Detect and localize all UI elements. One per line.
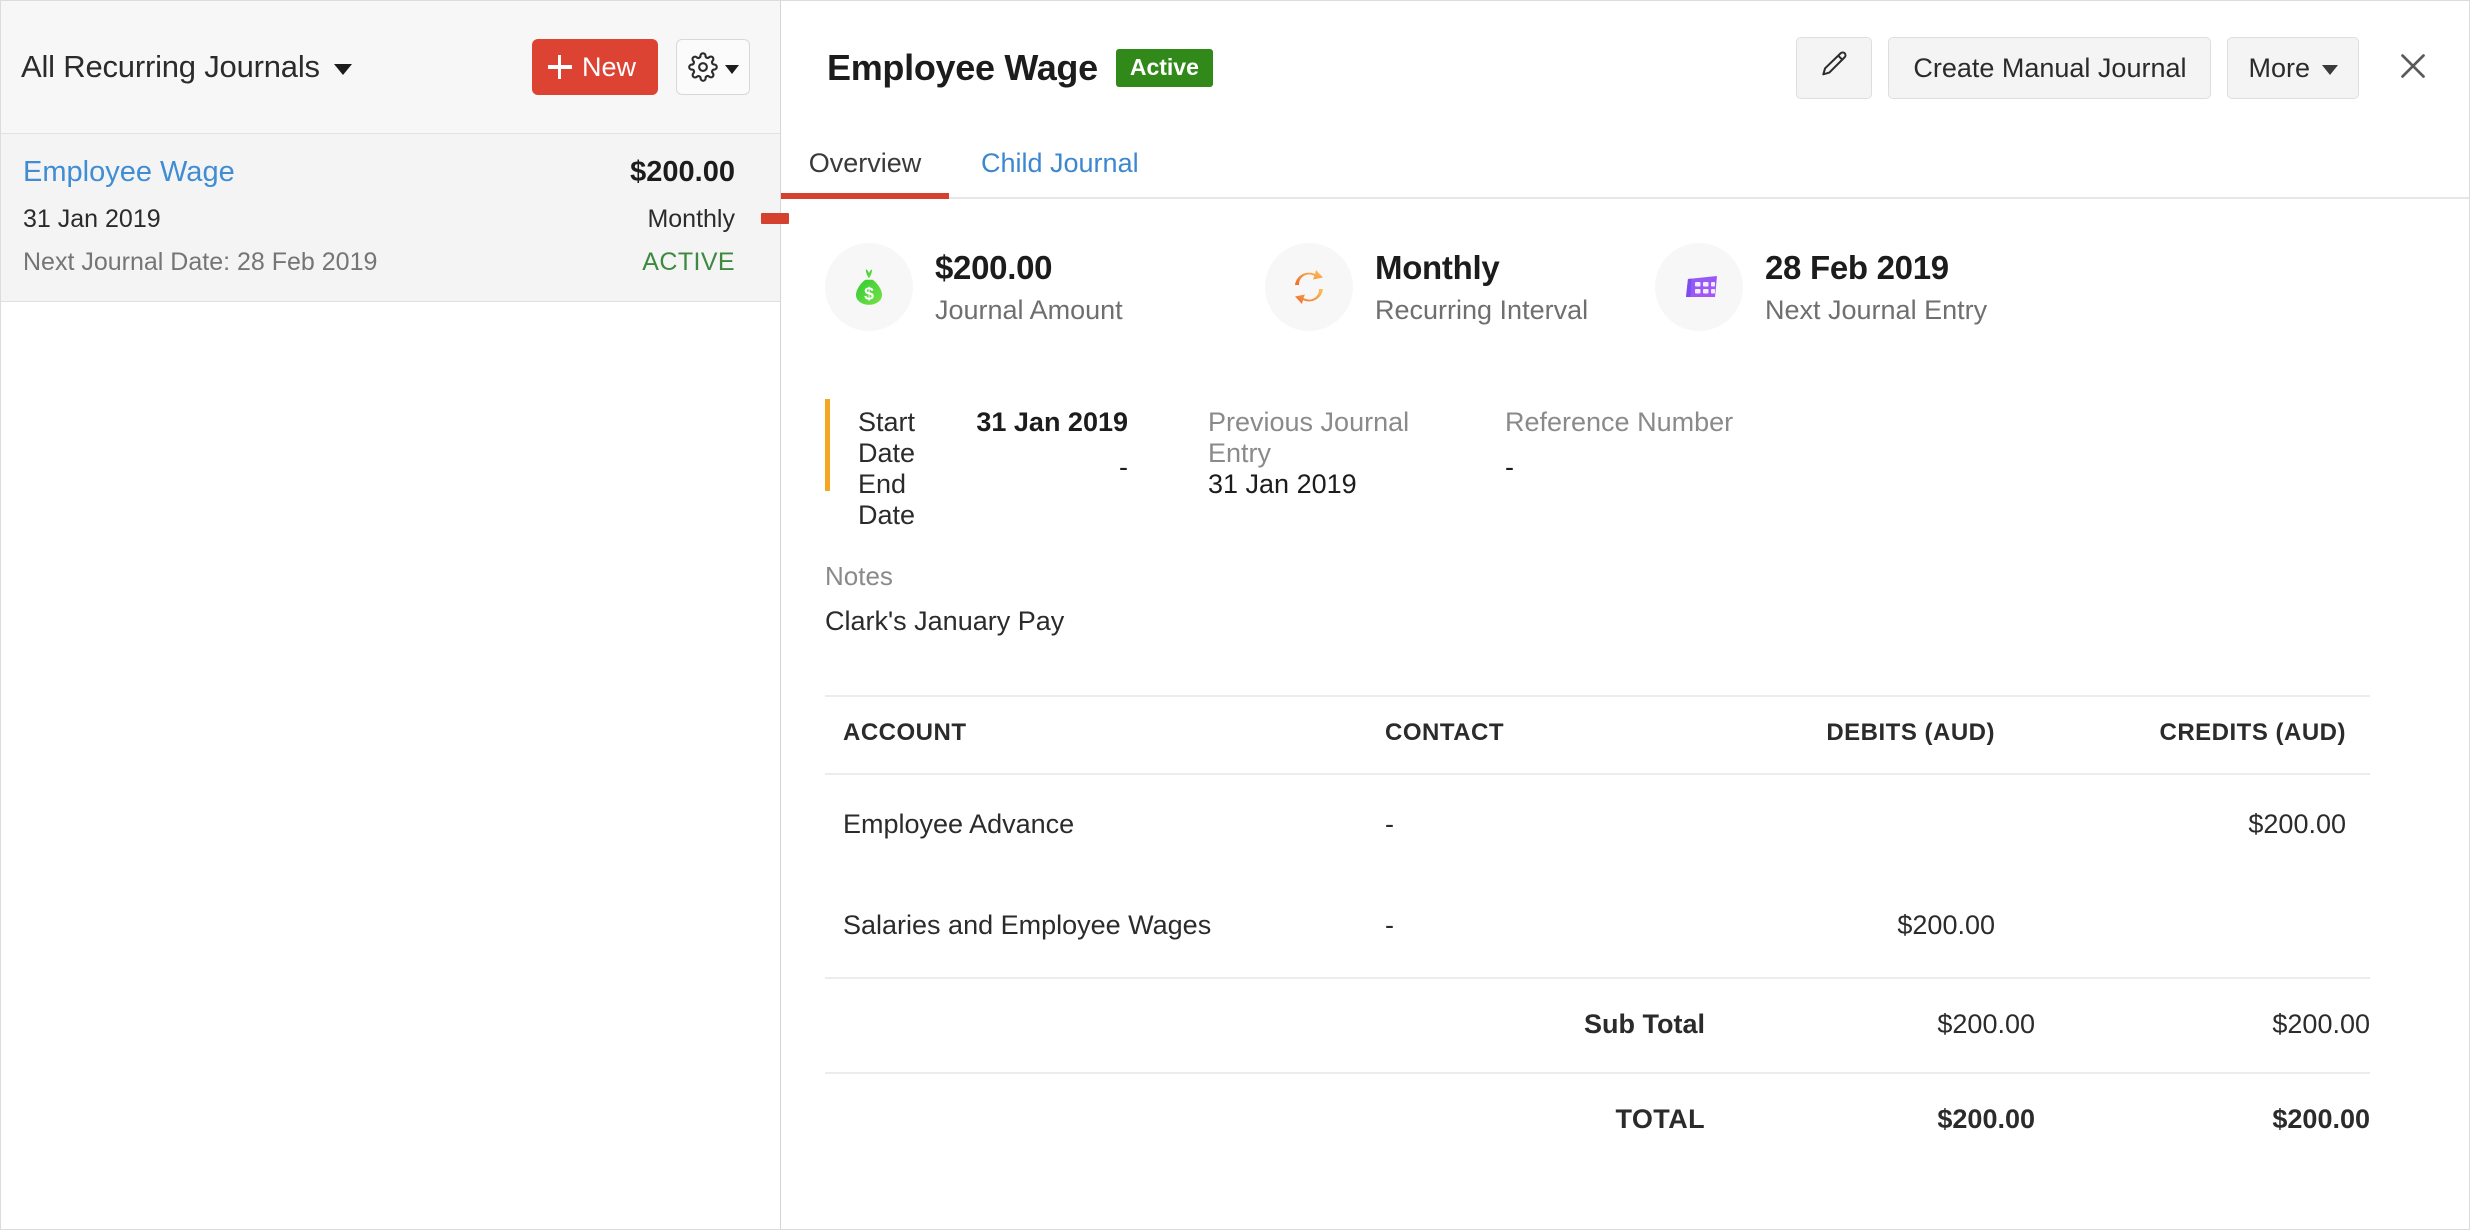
- journal-name[interactable]: Employee Wage: [23, 156, 235, 189]
- detail-header: Employee Wage Active Create Manual Journ…: [781, 1, 2469, 135]
- title-group: Employee Wage Active: [827, 47, 1796, 89]
- next-journal-entry-value: 28 Feb 2019: [1765, 249, 1987, 287]
- total-credits: $200.00: [2035, 1073, 2370, 1167]
- recurring-interval-value: Monthly: [1375, 249, 1588, 287]
- tab-overview-label: Overview: [809, 148, 922, 178]
- journal-next-date: Next Journal Date: 28 Feb 2019: [23, 248, 377, 277]
- cell-debits: [1705, 774, 2035, 876]
- column-header-credits: CREDITS (AUD): [2035, 696, 2370, 774]
- tab-overview[interactable]: Overview: [781, 148, 949, 197]
- previous-journal-entry-value: 31 Jan 2019: [1208, 469, 1443, 500]
- create-manual-journal-button[interactable]: Create Manual Journal: [1888, 37, 2211, 99]
- chevron-down-icon: [2322, 65, 2338, 75]
- calendar-icon: [1655, 243, 1743, 331]
- edit-button[interactable]: [1796, 37, 1872, 99]
- more-label: More: [2248, 53, 2310, 84]
- app-window: All Recurring Journals New: [0, 0, 2470, 1230]
- next-journal-entry-label: Next Journal Entry: [1765, 295, 1987, 326]
- header-actions: Create Manual Journal More: [1796, 37, 2443, 99]
- close-icon: [2395, 48, 2431, 89]
- total-debits: $200.00: [1705, 1073, 2035, 1167]
- subtotal-credits: $200.00: [2035, 978, 2370, 1073]
- cell-contact: -: [1385, 774, 1705, 876]
- view-selector-label: All Recurring Journals: [21, 49, 320, 85]
- journal-date: 31 Jan 2019: [23, 205, 161, 234]
- create-manual-journal-label: Create Manual Journal: [1913, 53, 2186, 84]
- cell-account: Salaries and Employee Wages: [825, 876, 1385, 978]
- reference-number-value: -: [1505, 452, 1805, 483]
- status-badge: Active: [1116, 49, 1213, 87]
- notes-text: Clark's January Pay: [825, 606, 2469, 637]
- journal-detail-panel: Employee Wage Active Create Manual Journ…: [781, 1, 2469, 1229]
- summary-card-journal-amount: $ $200.00 Journal Amount: [825, 243, 1265, 331]
- journal-list: Employee Wage $200.00 31 Jan 2019 Monthl…: [1, 134, 780, 302]
- recurring-arrows-icon: [1265, 243, 1353, 331]
- summary-card-recurring-interval: Monthly Recurring Interval: [1265, 243, 1655, 331]
- notes-label: Notes: [825, 561, 2469, 592]
- close-button[interactable]: [2383, 38, 2443, 98]
- new-button-label: New: [582, 52, 636, 83]
- money-bag-icon: $: [825, 243, 913, 331]
- svg-text:$: $: [864, 284, 874, 304]
- more-button[interactable]: More: [2227, 37, 2359, 99]
- subtotal-row: Sub Total $200.00 $200.00: [825, 978, 2370, 1073]
- tab-bar: Overview Child Journal: [781, 135, 2469, 199]
- sidebar-header: All Recurring Journals New: [1, 1, 780, 134]
- panel-resize-handle[interactable]: [761, 213, 789, 224]
- subtotal-debits: $200.00: [1705, 978, 2035, 1073]
- reference-number-label: Reference Number: [1505, 407, 1805, 438]
- cell-account: Employee Advance: [825, 774, 1385, 876]
- journal-amount-label: Journal Amount: [935, 295, 1123, 326]
- summary-card-next-journal-entry: 28 Feb 2019 Next Journal Entry: [1655, 243, 2055, 331]
- table-row: Employee Advance - $200.00: [825, 774, 2370, 876]
- view-selector-dropdown[interactable]: All Recurring Journals: [21, 49, 532, 85]
- recurring-journals-sidebar: All Recurring Journals New: [1, 1, 781, 1229]
- total-row: TOTAL $200.00 $200.00: [825, 1073, 2370, 1167]
- pencil-icon: [1818, 49, 1850, 88]
- table-header-row: ACCOUNT CONTACT DEBITS (AUD) CREDITS (AU…: [825, 696, 2370, 774]
- date-details-block: Start Date End Date 31 Jan 2019 - Previo…: [825, 399, 2469, 491]
- cell-contact: -: [1385, 876, 1705, 978]
- cell-credits: [2035, 876, 2370, 978]
- total-label: TOTAL: [1385, 1073, 1705, 1167]
- start-date-value: 31 Jan 2019: [968, 407, 1128, 438]
- end-date-label: End Date: [858, 469, 968, 531]
- column-header-contact: CONTACT: [1385, 696, 1705, 774]
- table-row: Salaries and Employee Wages - $200.00: [825, 876, 2370, 978]
- list-item[interactable]: Employee Wage $200.00 31 Jan 2019 Monthl…: [1, 134, 780, 302]
- journal-interval: Monthly: [647, 205, 735, 234]
- previous-journal-entry-label: Previous Journal Entry: [1208, 407, 1443, 469]
- tab-child-journal[interactable]: Child Journal: [981, 148, 1139, 197]
- status-badge: ACTIVE: [642, 248, 735, 277]
- cell-debits: $200.00: [1705, 876, 2035, 978]
- page-title: Employee Wage: [827, 47, 1098, 89]
- end-date-value: -: [968, 452, 1128, 483]
- journal-lines-table: ACCOUNT CONTACT DEBITS (AUD) CREDITS (AU…: [825, 695, 2370, 1167]
- overview-content: $ $200.00 Journal Amount: [781, 199, 2469, 1229]
- journal-amount-value: $200.00: [935, 249, 1123, 287]
- column-header-debits: DEBITS (AUD): [1705, 696, 2035, 774]
- notes-block: Notes Clark's January Pay: [825, 561, 2469, 637]
- cell-credits: $200.00: [2035, 774, 2370, 876]
- recurring-interval-label: Recurring Interval: [1375, 295, 1588, 326]
- chevron-down-icon: [725, 65, 739, 74]
- plus-icon: [548, 55, 572, 79]
- column-header-account: ACCOUNT: [825, 696, 1385, 774]
- new-button[interactable]: New: [532, 39, 658, 95]
- start-date-label: Start Date: [858, 407, 968, 469]
- tab-child-journal-label: Child Journal: [981, 148, 1139, 178]
- gear-icon: [688, 52, 718, 82]
- subtotal-label: Sub Total: [1385, 978, 1705, 1073]
- settings-button[interactable]: [676, 39, 750, 95]
- journal-amount: $200.00: [630, 156, 735, 189]
- chevron-down-icon: [334, 64, 352, 75]
- summary-cards: $ $200.00 Journal Amount: [781, 199, 2469, 331]
